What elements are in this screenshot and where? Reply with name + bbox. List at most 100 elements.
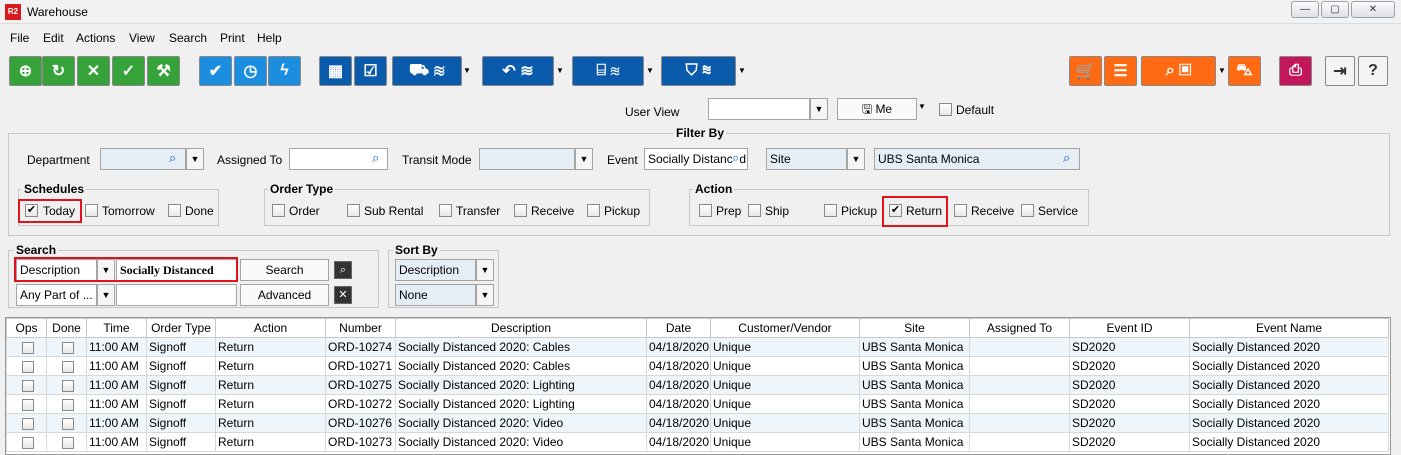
- search-icon[interactable]: ⌕: [1063, 150, 1070, 166]
- pickup-checkbox[interactable]: [587, 204, 600, 217]
- done-cell[interactable]: [46, 394, 87, 414]
- receive-checkbox[interactable]: [514, 204, 527, 217]
- checkmark-icon[interactable]: ✓: [112, 56, 145, 86]
- search-box-icon[interactable]: ⌕ ▣: [1141, 56, 1216, 86]
- menu-file[interactable]: File: [10, 31, 29, 45]
- user-report-icon[interactable]: ☰: [1104, 56, 1137, 86]
- column-header[interactable]: Action: [215, 318, 326, 338]
- site-type-select[interactable]: Site: [766, 148, 847, 170]
- ops-cell[interactable]: [6, 432, 47, 452]
- table-row[interactable]: 11:00 AM Signoff Return ORD-10272 Socially D…: [6, 394, 1389, 414]
- prep-checkbox[interactable]: [699, 204, 712, 217]
- done-cell[interactable]: [46, 413, 87, 433]
- chevron-down-icon[interactable]: ▼: [97, 284, 115, 306]
- default-checkbox[interactable]: [939, 103, 952, 116]
- calendar-edit-icon[interactable]: ▦: [319, 56, 352, 86]
- search-icon[interactable]: ⌕: [732, 150, 740, 166]
- return-stack-icon[interactable]: ↶ ≋: [482, 56, 554, 86]
- search-icon[interactable]: ⌕: [169, 150, 176, 166]
- service-checkbox[interactable]: [1021, 204, 1034, 217]
- checkbox-icon[interactable]: ☑: [354, 56, 387, 86]
- chevron-down-icon[interactable]: ▼: [646, 56, 654, 86]
- table-row[interactable]: 11:00 AM Signoff Return ORD-10273 Socially D…: [6, 432, 1389, 452]
- done-checkbox[interactable]: [61, 398, 74, 411]
- column-header[interactable]: Customer/Vendor: [710, 318, 860, 338]
- clock-icon[interactable]: ◷: [234, 56, 267, 86]
- column-header[interactable]: Site: [859, 318, 970, 338]
- column-header[interactable]: Date: [646, 318, 711, 338]
- search-icon[interactable]: ⌕: [372, 150, 379, 166]
- column-header[interactable]: Number: [325, 318, 396, 338]
- ops-cell[interactable]: [6, 337, 47, 357]
- pickup-action-checkbox[interactable]: [824, 204, 837, 217]
- hand-truck-icon[interactable]: ⚒: [147, 56, 180, 86]
- ops-checkbox[interactable]: [21, 398, 34, 411]
- done-cell[interactable]: [46, 356, 87, 376]
- done-cell[interactable]: [46, 375, 87, 395]
- advanced-button[interactable]: Advanced: [240, 284, 329, 306]
- sort-secondary-select[interactable]: None: [395, 284, 476, 306]
- magnifier-icon[interactable]: ⌕: [334, 261, 352, 279]
- exit-icon[interactable]: ⇥: [1325, 56, 1355, 86]
- chevron-down-icon[interactable]: ▼: [556, 56, 564, 86]
- chevron-down-icon[interactable]: ▼: [918, 96, 926, 118]
- column-header[interactable]: Order Type: [146, 318, 216, 338]
- chevron-down-icon[interactable]: ▼: [575, 148, 593, 170]
- vehicle-icon[interactable]: ⛍: [1228, 56, 1261, 86]
- column-header[interactable]: Event Name: [1189, 318, 1389, 338]
- ops-cell[interactable]: [6, 394, 47, 414]
- maximize-icon[interactable]: ▢: [1321, 1, 1349, 18]
- close-window-icon[interactable]: ✕: [1351, 1, 1395, 18]
- column-header[interactable]: Assigned To: [969, 318, 1070, 338]
- ops-checkbox[interactable]: [21, 417, 34, 430]
- menu-view[interactable]: View: [129, 31, 155, 45]
- menu-actions[interactable]: Actions: [76, 31, 115, 45]
- table-row[interactable]: 11:00 AM Signoff Return ORD-10275 Socially D…: [6, 375, 1389, 395]
- ship-checkbox[interactable]: [748, 204, 761, 217]
- ops-cell[interactable]: [6, 356, 47, 376]
- user-view-select[interactable]: [708, 98, 810, 120]
- menu-help[interactable]: Help: [257, 31, 282, 45]
- done-cell[interactable]: [46, 432, 87, 452]
- clear-icon[interactable]: ✕: [334, 286, 352, 304]
- done-checkbox[interactable]: [61, 341, 74, 354]
- ops-checkbox[interactable]: [21, 341, 34, 354]
- refresh-icon[interactable]: ↻: [42, 56, 75, 86]
- transfer-checkbox[interactable]: [439, 204, 452, 217]
- chevron-down-icon[interactable]: ▼: [476, 284, 494, 306]
- table-row[interactable]: 11:00 AM Signoff Return ORD-10274 Socially D…: [6, 337, 1389, 357]
- lightning-icon[interactable]: ϟ: [268, 56, 301, 86]
- return-checkbox[interactable]: ✔: [889, 204, 902, 217]
- chevron-down-icon[interactable]: ▼: [463, 56, 471, 86]
- search-button[interactable]: Search: [240, 259, 329, 281]
- chevron-down-icon[interactable]: ▼: [738, 56, 746, 86]
- printer-icon[interactable]: ⎙: [1279, 56, 1312, 86]
- column-header[interactable]: Done: [46, 318, 87, 338]
- ops-checkbox[interactable]: [21, 360, 34, 373]
- tomorrow-checkbox[interactable]: [85, 204, 98, 217]
- done-checkbox[interactable]: [61, 436, 74, 449]
- truck-stack-icon[interactable]: ⛟ ≋: [392, 56, 462, 86]
- bucket-stack-icon[interactable]: ⛉ ≋: [661, 56, 736, 86]
- add-document-icon[interactable]: ⊕: [9, 56, 42, 86]
- close-icon[interactable]: ✕: [77, 56, 110, 86]
- search-secondary-input[interactable]: [116, 284, 237, 306]
- column-header[interactable]: Time: [86, 318, 147, 338]
- menu-search[interactable]: Search: [169, 31, 207, 45]
- menu-print[interactable]: Print: [220, 31, 245, 45]
- check-circle-icon[interactable]: ✔: [199, 56, 232, 86]
- menu-edit[interactable]: Edit: [43, 31, 64, 45]
- chevron-down-icon[interactable]: ▼: [186, 148, 204, 170]
- done-checkbox[interactable]: [168, 204, 181, 217]
- order-checkbox[interactable]: [272, 204, 285, 217]
- sort-primary-select[interactable]: Description: [395, 259, 476, 281]
- table-row[interactable]: 11:00 AM Signoff Return ORD-10271 Socially D…: [6, 356, 1389, 376]
- sub-rental-checkbox[interactable]: [347, 204, 360, 217]
- done-checkbox[interactable]: [61, 360, 74, 373]
- minimize-icon[interactable]: —: [1291, 1, 1319, 18]
- column-header[interactable]: Description: [395, 318, 647, 338]
- ops-checkbox[interactable]: [21, 436, 34, 449]
- chevron-down-icon[interactable]: ▼: [847, 148, 865, 170]
- ops-checkbox[interactable]: [21, 379, 34, 392]
- door-stack-icon[interactable]: ⌸ ≋: [572, 56, 644, 86]
